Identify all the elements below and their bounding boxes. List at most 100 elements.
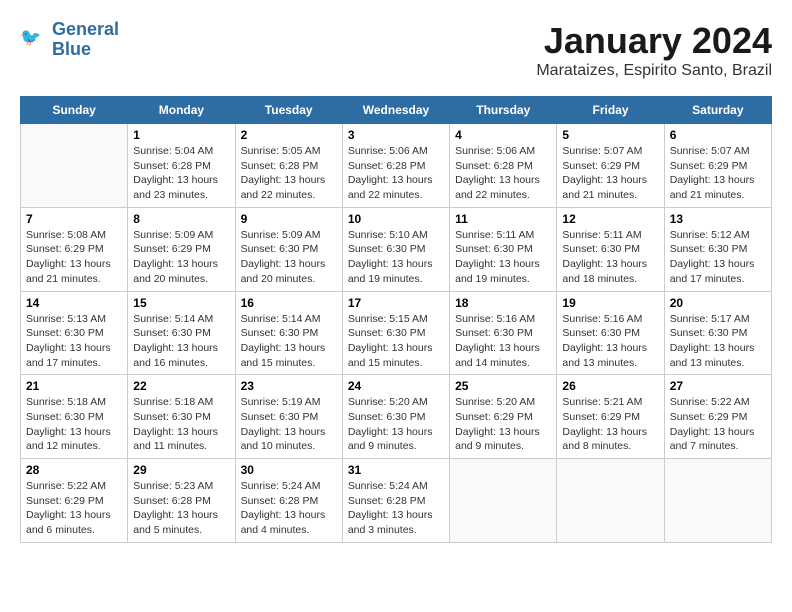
day-number: 4 xyxy=(455,128,551,142)
calendar-cell: 3Sunrise: 5:06 AMSunset: 6:28 PMDaylight… xyxy=(342,124,449,208)
day-number: 14 xyxy=(26,296,122,310)
day-number: 18 xyxy=(455,296,551,310)
day-number: 24 xyxy=(348,379,444,393)
calendar-cell: 7 Sunrise: 5:08 AMSunset: 6:29 PMDaylight… xyxy=(21,207,128,291)
calendar-week-row: 14 Sunrise: 5:13 AMSunset: 6:30 PMDayligh… xyxy=(21,291,772,375)
day-info: Sunrise: 5:15 AMSunset: 6:30 PMDaylight:… xyxy=(348,312,444,371)
day-info: Sunrise: 5:16 AMSunset: 6:30 PMDaylight:… xyxy=(562,312,658,371)
day-number: 20 xyxy=(670,296,766,310)
logo-icon: 🐦 xyxy=(20,26,48,54)
day-info: Sunrise: 5:10 AMSunset: 6:30 PMDaylight:… xyxy=(348,228,444,287)
day-number: 21 xyxy=(26,379,122,393)
calendar-cell: 1 Sunrise: 5:04 AMSunset: 6:28 PMDaylight… xyxy=(128,124,235,208)
calendar-day-header: Friday xyxy=(557,97,664,124)
svg-text:🐦: 🐦 xyxy=(20,28,41,47)
calendar-cell: 4Sunrise: 5:06 AMSunset: 6:28 PMDaylight… xyxy=(450,124,557,208)
day-info: Sunrise: 5:21 AMSunset: 6:29 PMDaylight:… xyxy=(562,395,658,454)
day-info: Sunrise: 5:06 AMSunset: 6:28 PMDaylight:… xyxy=(348,144,444,203)
day-info: Sunrise: 5:19 AMSunset: 6:30 PMDaylight:… xyxy=(241,395,337,454)
calendar-cell: 5Sunrise: 5:07 AMSunset: 6:29 PMDaylight… xyxy=(557,124,664,208)
calendar-cell xyxy=(664,459,771,543)
calendar-cell: 27Sunrise: 5:22 AMSunset: 6:29 PMDayligh… xyxy=(664,375,771,459)
day-number: 7 xyxy=(26,212,122,226)
day-info: Sunrise: 5:22 AMSunset: 6:29 PMDaylight:… xyxy=(26,479,122,538)
calendar-week-row: 7 Sunrise: 5:08 AMSunset: 6:29 PMDaylight… xyxy=(21,207,772,291)
calendar-cell: 22 Sunrise: 5:18 AMSunset: 6:30 PMDayligh… xyxy=(128,375,235,459)
day-info: Sunrise: 5:07 AMSunset: 6:29 PMDaylight:… xyxy=(670,144,766,203)
page-header: 🐦 General Blue January 2024 Marataizes, … xyxy=(20,20,772,80)
day-info: Sunrise: 5:14 AMSunset: 6:30 PMDaylight:… xyxy=(133,312,229,371)
calendar-cell: 21 Sunrise: 5:18 AMSunset: 6:30 PMDayligh… xyxy=(21,375,128,459)
calendar-cell: 30 Sunrise: 5:24 AMSunset: 6:28 PMDayligh… xyxy=(235,459,342,543)
calendar-cell: 13 Sunrise: 5:12 AMSunset: 6:30 PMDayligh… xyxy=(664,207,771,291)
day-number: 27 xyxy=(670,379,766,393)
logo-blue: Blue xyxy=(52,40,119,60)
day-info: Sunrise: 5:24 AMSunset: 6:28 PMDaylight:… xyxy=(241,479,337,538)
day-number: 29 xyxy=(133,463,229,477)
subtitle: Marataizes, Espirito Santo, Brazil xyxy=(536,62,772,80)
calendar-cell xyxy=(21,124,128,208)
calendar-day-header: Thursday xyxy=(450,97,557,124)
day-info: Sunrise: 5:16 AMSunset: 6:30 PMDaylight:… xyxy=(455,312,551,371)
calendar-day-header: Monday xyxy=(128,97,235,124)
calendar-cell: 15 Sunrise: 5:14 AMSunset: 6:30 PMDayligh… xyxy=(128,291,235,375)
calendar-cell: 26 Sunrise: 5:21 AMSunset: 6:29 PMDayligh… xyxy=(557,375,664,459)
calendar-week-row: 1 Sunrise: 5:04 AMSunset: 6:28 PMDaylight… xyxy=(21,124,772,208)
day-info: Sunrise: 5:11 AMSunset: 6:30 PMDaylight:… xyxy=(455,228,551,287)
day-info: Sunrise: 5:20 AMSunset: 6:30 PMDaylight:… xyxy=(348,395,444,454)
day-number: 1 xyxy=(133,128,229,142)
calendar-cell: 6Sunrise: 5:07 AMSunset: 6:29 PMDaylight… xyxy=(664,124,771,208)
day-number: 22 xyxy=(133,379,229,393)
day-number: 16 xyxy=(241,296,337,310)
day-info: Sunrise: 5:13 AMSunset: 6:30 PMDaylight:… xyxy=(26,312,122,371)
logo-text: General Blue xyxy=(52,20,119,60)
logo: 🐦 General Blue xyxy=(20,20,119,60)
day-number: 13 xyxy=(670,212,766,226)
calendar-cell: 9 Sunrise: 5:09 AMSunset: 6:30 PMDaylight… xyxy=(235,207,342,291)
day-info: Sunrise: 5:23 AMSunset: 6:28 PMDaylight:… xyxy=(133,479,229,538)
day-number: 23 xyxy=(241,379,337,393)
day-info: Sunrise: 5:11 AMSunset: 6:30 PMDaylight:… xyxy=(562,228,658,287)
day-info: Sunrise: 5:18 AMSunset: 6:30 PMDaylight:… xyxy=(133,395,229,454)
day-info: Sunrise: 5:05 AMSunset: 6:28 PMDaylight:… xyxy=(241,144,337,203)
day-number: 10 xyxy=(348,212,444,226)
calendar-cell: 11Sunrise: 5:11 AMSunset: 6:30 PMDayligh… xyxy=(450,207,557,291)
day-info: Sunrise: 5:08 AMSunset: 6:29 PMDaylight:… xyxy=(26,228,122,287)
day-number: 19 xyxy=(562,296,658,310)
day-info: Sunrise: 5:18 AMSunset: 6:30 PMDaylight:… xyxy=(26,395,122,454)
day-info: Sunrise: 5:07 AMSunset: 6:29 PMDaylight:… xyxy=(562,144,658,203)
day-number: 17 xyxy=(348,296,444,310)
day-number: 31 xyxy=(348,463,444,477)
calendar-header-row: SundayMondayTuesdayWednesdayThursdayFrid… xyxy=(21,97,772,124)
day-number: 26 xyxy=(562,379,658,393)
day-info: Sunrise: 5:04 AMSunset: 6:28 PMDaylight:… xyxy=(133,144,229,203)
day-info: Sunrise: 5:24 AMSunset: 6:28 PMDaylight:… xyxy=(348,479,444,538)
calendar-cell: 19 Sunrise: 5:16 AMSunset: 6:30 PMDayligh… xyxy=(557,291,664,375)
day-info: Sunrise: 5:09 AMSunset: 6:29 PMDaylight:… xyxy=(133,228,229,287)
day-info: Sunrise: 5:14 AMSunset: 6:30 PMDaylight:… xyxy=(241,312,337,371)
logo-general: General xyxy=(52,19,119,39)
calendar-cell: 20 Sunrise: 5:17 AMSunset: 6:30 PMDayligh… xyxy=(664,291,771,375)
calendar-cell: 23 Sunrise: 5:19 AMSunset: 6:30 PMDayligh… xyxy=(235,375,342,459)
calendar-cell: 25Sunrise: 5:20 AMSunset: 6:29 PMDayligh… xyxy=(450,375,557,459)
calendar-cell xyxy=(450,459,557,543)
day-info: Sunrise: 5:17 AMSunset: 6:30 PMDaylight:… xyxy=(670,312,766,371)
calendar-cell xyxy=(557,459,664,543)
day-number: 30 xyxy=(241,463,337,477)
calendar-cell: 31 Sunrise: 5:24 AMSunset: 6:28 PMDayligh… xyxy=(342,459,449,543)
calendar-cell: 28Sunrise: 5:22 AMSunset: 6:29 PMDayligh… xyxy=(21,459,128,543)
day-info: Sunrise: 5:12 AMSunset: 6:30 PMDaylight:… xyxy=(670,228,766,287)
calendar-cell: 24 Sunrise: 5:20 AMSunset: 6:30 PMDayligh… xyxy=(342,375,449,459)
day-number: 15 xyxy=(133,296,229,310)
calendar-day-header: Sunday xyxy=(21,97,128,124)
calendar-day-header: Saturday xyxy=(664,97,771,124)
calendar-day-header: Tuesday xyxy=(235,97,342,124)
calendar-cell: 16 Sunrise: 5:14 AMSunset: 6:30 PMDayligh… xyxy=(235,291,342,375)
calendar-cell: 10 Sunrise: 5:10 AMSunset: 6:30 PMDayligh… xyxy=(342,207,449,291)
calendar-cell: 14 Sunrise: 5:13 AMSunset: 6:30 PMDayligh… xyxy=(21,291,128,375)
day-number: 12 xyxy=(562,212,658,226)
day-number: 9 xyxy=(241,212,337,226)
day-info: Sunrise: 5:09 AMSunset: 6:30 PMDaylight:… xyxy=(241,228,337,287)
calendar-table: SundayMondayTuesdayWednesdayThursdayFrid… xyxy=(20,96,772,543)
calendar-cell: 29 Sunrise: 5:23 AMSunset: 6:28 PMDayligh… xyxy=(128,459,235,543)
